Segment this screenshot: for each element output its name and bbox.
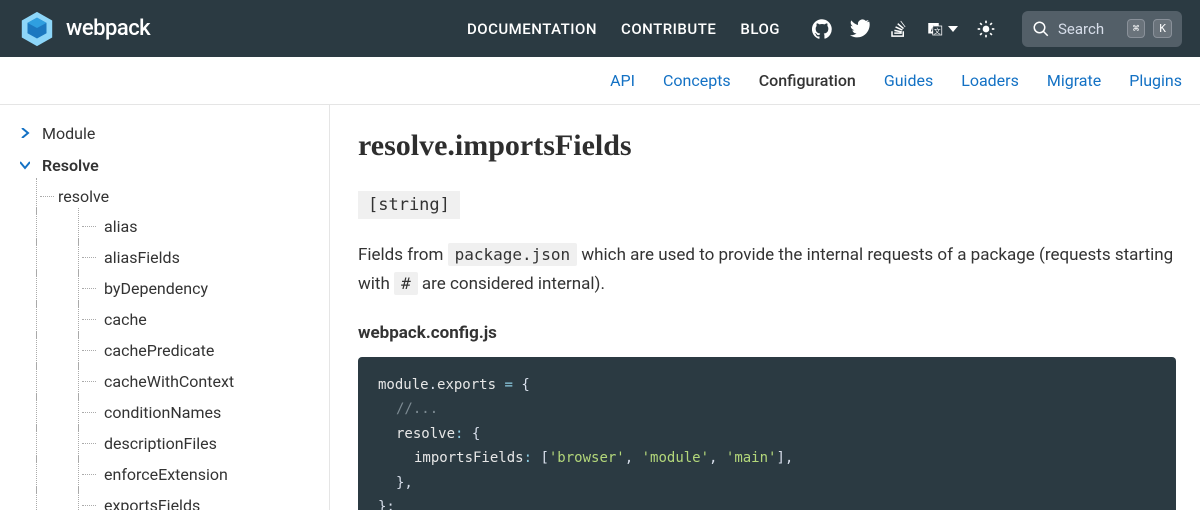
header-nav: DOCUMENTATION CONTRIBUTE BLOG (467, 20, 780, 38)
sidebar-label: resolve (58, 187, 109, 206)
sidebar-item-cachepredicate[interactable]: cachePredicate (0, 335, 329, 366)
main-content: resolve.importsFields [string] Fields fr… (330, 105, 1200, 510)
code-block: module.exports = { //... resolve: { impo… (358, 357, 1176, 510)
nav-contribute[interactable]: CONTRIBUTE (621, 20, 716, 38)
sidebar-item-cachewithcontext[interactable]: cacheWithContext (0, 366, 329, 397)
content-layout: Module Resolve resolve alias aliasFields… (0, 105, 1200, 510)
nav-documentation[interactable]: DOCUMENTATION (467, 20, 597, 38)
sidebar-label: alias (104, 217, 137, 236)
sidebar-label: cache (104, 310, 147, 329)
header-icons: A文 (812, 19, 996, 39)
subnav-configuration[interactable]: Configuration (759, 71, 856, 90)
type-badge: [string] (358, 191, 460, 219)
logo-text: webpack (66, 16, 150, 41)
subnav-concepts[interactable]: Concepts (663, 71, 731, 90)
sidebar-label: Resolve (42, 156, 99, 175)
sidebar: Module Resolve resolve alias aliasFields… (0, 105, 330, 510)
subnav-migrate[interactable]: Migrate (1047, 71, 1101, 90)
twitter-icon[interactable] (850, 19, 870, 39)
subnav-guides[interactable]: Guides (884, 71, 933, 90)
webpack-logo-icon (18, 10, 56, 48)
logo-area[interactable]: webpack (18, 10, 455, 48)
sidebar-item-resolve[interactable]: resolve (0, 181, 329, 211)
sidebar-label: cacheWithContext (104, 372, 234, 391)
nav-blog[interactable]: BLOG (740, 20, 780, 38)
sidebar-label: conditionNames (104, 403, 221, 422)
sidebar-group-resolve[interactable]: Resolve (0, 149, 329, 181)
sidebar-group-module[interactable]: Module (0, 117, 329, 149)
search-box[interactable]: Search ⌘ K (1022, 11, 1182, 47)
sidebar-label: Module (42, 124, 95, 143)
github-icon[interactable] (812, 19, 832, 39)
sidebar-label: exportsFields (104, 496, 200, 510)
code-filename: webpack.config.js (358, 323, 1176, 343)
theme-toggle-icon[interactable] (976, 19, 996, 39)
search-icon (1032, 20, 1050, 38)
description: Fields from package.json which are used … (358, 241, 1176, 299)
sidebar-item-cache[interactable]: cache (0, 304, 329, 335)
main-header: webpack DOCUMENTATION CONTRIBUTE BLOG A文… (0, 0, 1200, 57)
subnav-loaders[interactable]: Loaders (961, 71, 1019, 90)
sidebar-item-conditionnames[interactable]: conditionNames (0, 397, 329, 428)
svg-text:文: 文 (934, 26, 941, 35)
sidebar-item-aliasfields[interactable]: aliasFields (0, 242, 329, 273)
language-selector[interactable]: A文 (926, 20, 958, 38)
sidebar-label: enforceExtension (104, 465, 228, 484)
chevron-down-icon (948, 26, 958, 32)
chevron-down-icon (20, 159, 32, 171)
inline-code: package.json (448, 243, 578, 266)
sidebar-item-exportsfields[interactable]: exportsFields (0, 490, 329, 510)
kbd-cmd: ⌘ (1127, 19, 1146, 38)
page-title: resolve.importsFields (358, 129, 1176, 163)
sub-navigation: API Concepts Configuration Guides Loader… (0, 57, 1200, 105)
subnav-plugins[interactable]: Plugins (1129, 71, 1182, 90)
sidebar-item-descriptionfiles[interactable]: descriptionFiles (0, 428, 329, 459)
sidebar-item-bydependency[interactable]: byDependency (0, 273, 329, 304)
search-placeholder: Search (1058, 20, 1119, 38)
sidebar-item-enforceextension[interactable]: enforceExtension (0, 459, 329, 490)
sidebar-label: aliasFields (104, 248, 180, 267)
subnav-api[interactable]: API (610, 71, 635, 90)
sidebar-label: descriptionFiles (104, 434, 217, 453)
sidebar-item-alias[interactable]: alias (0, 211, 329, 242)
kbd-k: K (1153, 19, 1172, 38)
inline-code: # (394, 272, 418, 295)
stackoverflow-icon[interactable] (888, 19, 908, 39)
sidebar-label: byDependency (104, 279, 208, 298)
sidebar-label: cachePredicate (104, 341, 214, 360)
chevron-right-icon (20, 127, 32, 139)
